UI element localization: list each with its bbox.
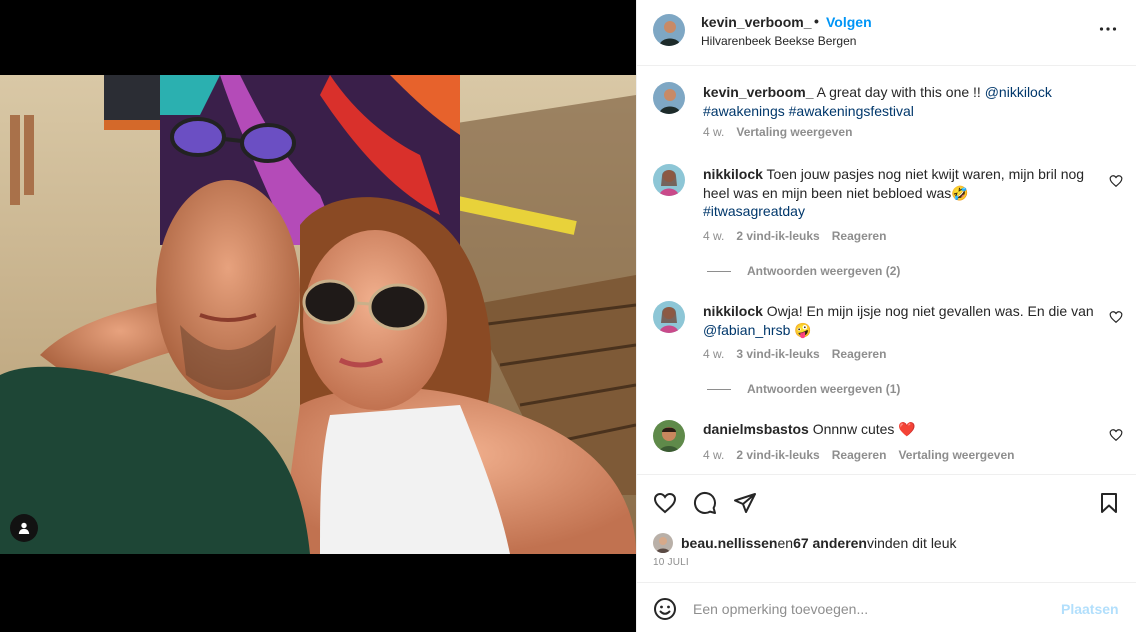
view-replies-button[interactable]: Antwoorden weergeven (1) [707, 382, 900, 396]
author-avatar[interactable] [653, 14, 685, 46]
comment-username[interactable]: nikkilock [703, 166, 763, 182]
comment-avatar[interactable] [653, 301, 685, 333]
comment-text: danielmsbastos Onnnw cutes ❤️ [703, 421, 916, 437]
comment-bubble-icon[interactable] [693, 491, 717, 515]
caption-username[interactable]: kevin_verboom_ [703, 84, 814, 100]
comment-text: nikkilock Toen jouw pasjes nog niet kwij… [703, 166, 1085, 219]
comment-meta: 4 w. 2 vind-ik-leuks Reageren Vertaling … [703, 448, 1015, 462]
emoji-icon[interactable] [653, 597, 677, 621]
caption-mention[interactable]: @nikkilock [985, 84, 1052, 100]
caption-avatar[interactable] [653, 82, 685, 114]
user-tag-button[interactable] [10, 514, 38, 542]
comment-likes-count[interactable]: 3 vind-ik-leuks [736, 347, 819, 361]
separator-dot: • [814, 13, 819, 29]
comments-list[interactable]: kevin_verboom_ A great day with this one… [637, 66, 1136, 474]
comment-reply-button[interactable]: Reageren [832, 448, 887, 462]
like-heart-icon[interactable] [653, 491, 677, 515]
comment-time[interactable]: 4 w. [703, 448, 724, 462]
comment-username[interactable]: danielmsbastos [703, 421, 809, 437]
user-tag-icon [18, 522, 30, 534]
comment-like-icon[interactable] [1109, 174, 1123, 188]
instagram-post-dialog: kevin_verboom_ • Volgen Hilvarenbeek Bee… [0, 0, 1136, 632]
caption-hashtag-1[interactable]: #awakenings [703, 103, 785, 119]
comment-mention[interactable]: @fabian_hrsb [703, 322, 790, 338]
post-actions [637, 474, 1136, 524]
comment-like-icon[interactable] [1109, 310, 1123, 324]
comment-avatar[interactable] [653, 164, 685, 196]
caption-translate-button[interactable]: Vertaling weergeven [736, 125, 852, 139]
comment-meta: 4 w. 3 vind-ik-leuks Reageren [703, 347, 886, 361]
more-options-icon[interactable] [1099, 20, 1117, 38]
post-media [0, 0, 636, 632]
comment-time[interactable]: 4 w. [703, 347, 724, 361]
comment-meta: 4 w. 2 vind-ik-leuks Reageren [703, 229, 886, 243]
caption-text: kevin_verboom_ A great day with this one… [703, 84, 1052, 119]
caption-time[interactable]: 4 w. [703, 125, 724, 139]
comment-input[interactable] [693, 597, 1053, 621]
post-header: kevin_verboom_ • Volgen Hilvarenbeek Bee… [637, 0, 1136, 66]
comment-translate-button[interactable]: Vertaling weergeven [898, 448, 1014, 462]
liker-avatar [653, 533, 673, 553]
liker-username[interactable]: beau.nellissen [681, 535, 777, 551]
post-photo[interactable] [0, 75, 636, 554]
likes-others-count[interactable]: 67 anderen [793, 535, 867, 551]
post-location[interactable]: Hilvarenbeek Beekse Bergen [701, 34, 856, 48]
comment-username[interactable]: nikkilock [703, 303, 763, 319]
save-bookmark-icon[interactable] [1097, 491, 1121, 515]
view-replies-button[interactable]: Antwoorden weergeven (2) [707, 264, 900, 278]
comment-like-icon[interactable] [1109, 428, 1123, 442]
comment-reply-button[interactable]: Reageren [832, 229, 887, 243]
comment-likes-count[interactable]: 2 vind-ik-leuks [736, 229, 819, 243]
author-username[interactable]: kevin_verboom_ [701, 14, 812, 30]
comment-avatar[interactable] [653, 420, 685, 452]
post-date[interactable]: 10 JULI [653, 557, 689, 568]
comment-reply-button[interactable]: Reageren [832, 347, 887, 361]
share-paper-plane-icon[interactable] [733, 491, 757, 515]
comment-time[interactable]: 4 w. [703, 229, 724, 243]
caption-hashtag-2[interactable]: #awakeningsfestival [789, 103, 914, 119]
follow-button[interactable]: Volgen [826, 14, 872, 30]
caption-meta: 4 w. Vertaling weergeven [703, 125, 852, 139]
comment-composer: Plaatsen [637, 582, 1136, 632]
selfie-image [0, 75, 636, 554]
likes-summary[interactable]: beau.nellissen en 67 anderen vinden dit … [653, 533, 957, 553]
post-side-panel: kevin_verboom_ • Volgen Hilvarenbeek Bee… [636, 0, 1136, 632]
comment-likes-count[interactable]: 2 vind-ik-leuks [736, 448, 819, 462]
comment-text: nikkilock Owja! En mijn ijsje nog niet g… [703, 303, 1094, 338]
post-comment-button[interactable]: Plaatsen [1061, 601, 1119, 617]
comment-hashtag[interactable]: #itwasagreatday [703, 203, 805, 219]
